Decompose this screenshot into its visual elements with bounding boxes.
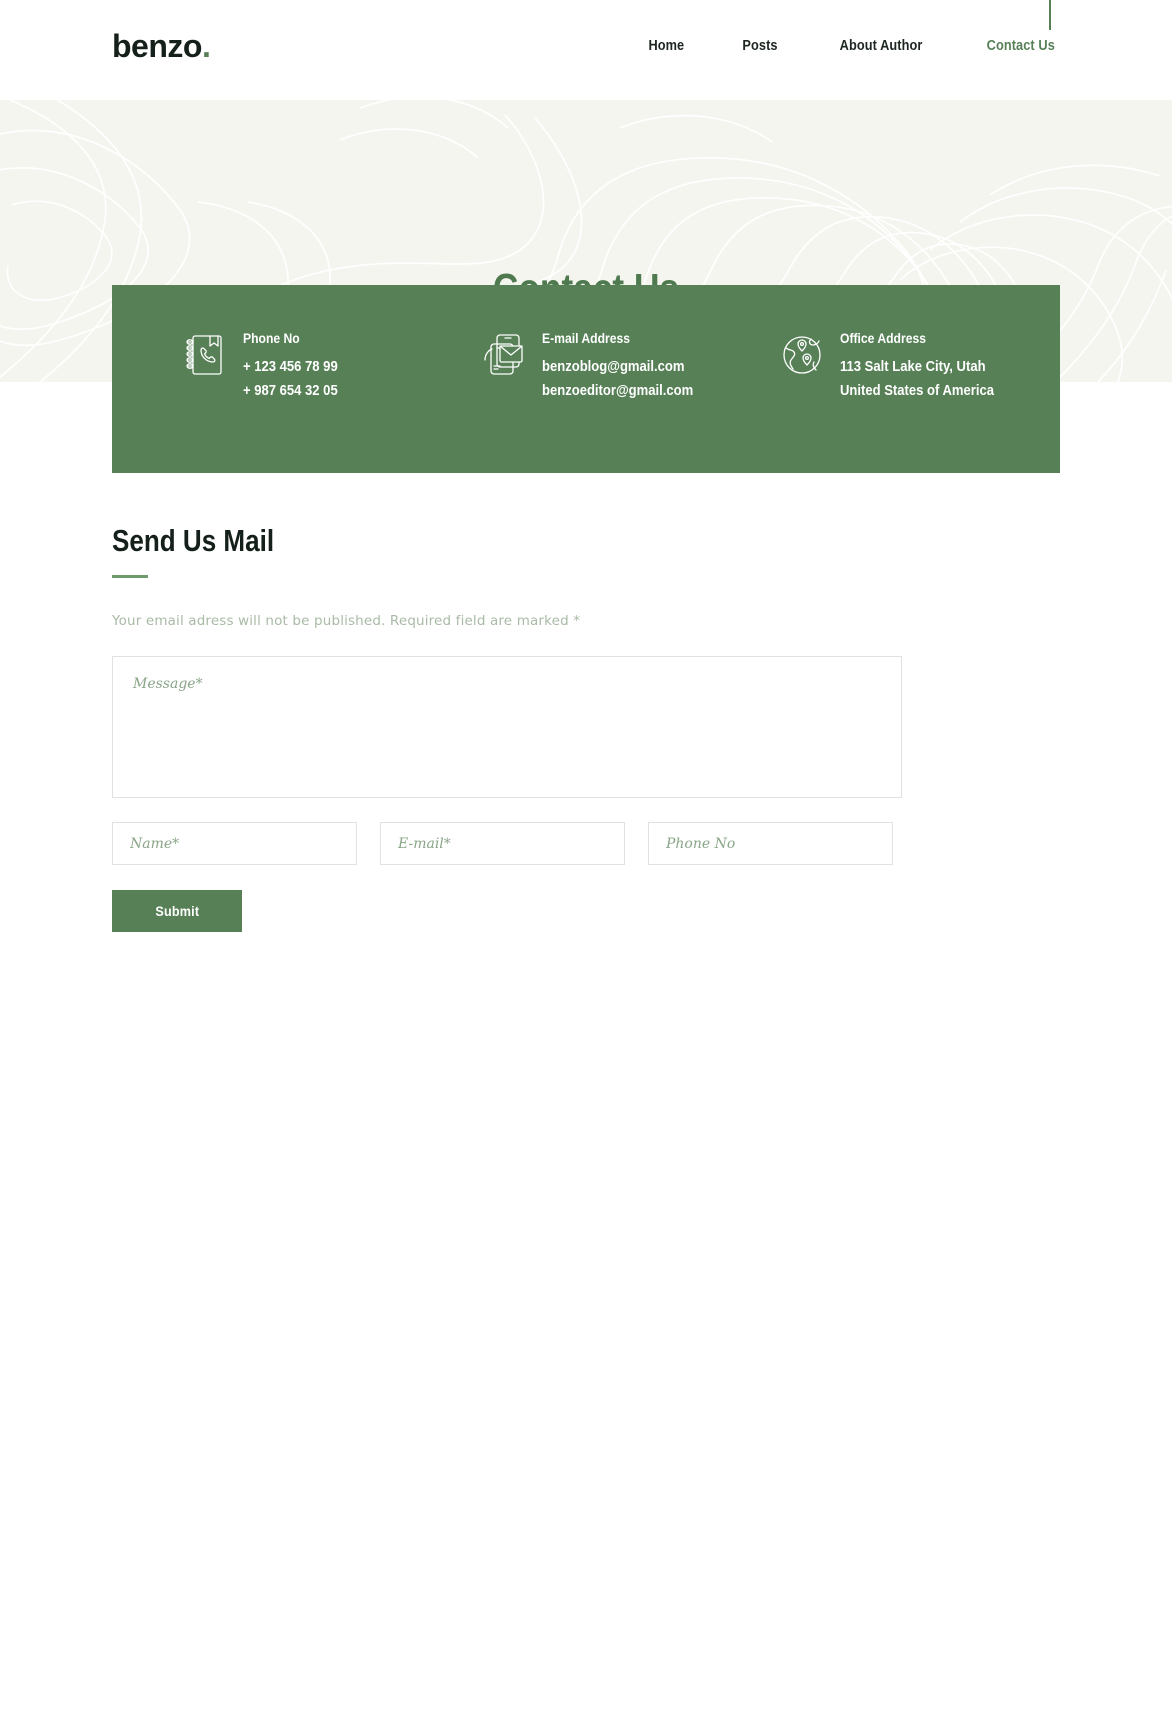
- contact-label-phone: Phone No: [243, 331, 300, 346]
- contact-info-row: Phone No + 123 456 78 99 + 987 654 32 05: [112, 330, 1060, 409]
- nav-item-posts[interactable]: Posts: [743, 38, 778, 54]
- form-field-row: [112, 822, 1060, 865]
- submit-button-label: Submit: [155, 903, 199, 919]
- contact-value-email-2[interactable]: benzoeditor@gmail.com: [542, 384, 693, 399]
- contact-block-office: Office Address 113 Salt Lake City, Utah …: [781, 330, 1060, 409]
- form-note: Your email adress will not be published.…: [112, 613, 581, 629]
- phone-book-icon: [184, 332, 226, 378]
- contact-info-card: Phone No + 123 456 78 99 + 987 654 32 05: [112, 285, 1060, 473]
- submit-button[interactable]: Submit: [112, 890, 242, 932]
- nav-item-about-author[interactable]: About Author: [840, 38, 923, 54]
- contact-block-phone: Phone No + 123 456 78 99 + 987 654 32 05: [184, 330, 463, 409]
- logo-text: benzo: [112, 28, 202, 64]
- send-us-mail-section: Send Us Mail Your email adress will not …: [112, 525, 1060, 932]
- contact-value-office-2: United States of America: [840, 383, 995, 399]
- section-title: Send Us Mail: [112, 523, 275, 558]
- nav-item-home[interactable]: Home: [648, 38, 684, 54]
- logo-dot: .: [201, 28, 211, 64]
- nav-item-contact-us[interactable]: Contact Us: [987, 38, 1055, 54]
- title-underline: [112, 575, 148, 578]
- name-input[interactable]: [112, 822, 357, 865]
- site-logo[interactable]: benzo.: [112, 28, 211, 64]
- contact-text-phone: Phone No + 123 456 78 99 + 987 654 32 05: [243, 330, 348, 409]
- contact-page: benzo. Home Posts About Author Contact U…: [0, 0, 1172, 1735]
- contact-label-office: Office Address: [840, 331, 927, 346]
- email-input[interactable]: [380, 822, 625, 865]
- contact-value-phone-1[interactable]: + 123 456 78 99: [243, 359, 338, 375]
- contact-label-email: E-mail Address: [541, 331, 630, 346]
- email-mobile-icon: [483, 332, 525, 378]
- contact-value-email-1[interactable]: benzoblog@gmail.com: [542, 359, 693, 375]
- contact-value-phone-2[interactable]: + 987 654 32 05: [243, 384, 338, 399]
- contact-block-email: E-mail Address benzoblog@gmail.com benzo…: [483, 330, 782, 409]
- site-header: benzo. Home Posts About Author Contact U…: [0, 0, 1172, 100]
- message-input[interactable]: [112, 656, 902, 798]
- contact-value-office-1: 113 Salt Lake City, Utah: [840, 358, 986, 375]
- globe-location-icon: [781, 332, 823, 378]
- main-navigation: Home Posts About Author Contact Us: [646, 38, 1060, 54]
- contact-text-email: E-mail Address benzoblog@gmail.com benzo…: [542, 330, 710, 409]
- phone-input[interactable]: [648, 822, 893, 865]
- contact-text-office: Office Address 113 Salt Lake City, Utah …: [840, 330, 1011, 409]
- active-nav-marker: [1049, 0, 1051, 30]
